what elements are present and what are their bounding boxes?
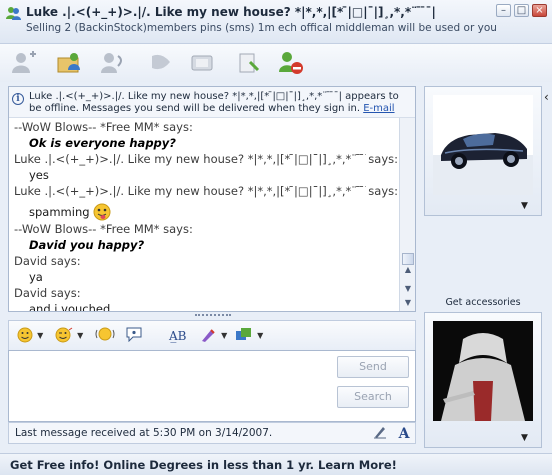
handwriting-icon[interactable]: ▼: [235, 326, 263, 346]
message-sender: --WoW Blows-- *Free MM* says:: [14, 222, 193, 236]
video-call-icon[interactable]: [146, 48, 176, 78]
message-sender: Luke .|.<(+_+)>.|/. Like my new house? *…: [14, 152, 374, 166]
invite-contact-icon[interactable]: [8, 48, 38, 78]
car-display-picture[interactable]: [433, 95, 533, 195]
message-sender: --WoW Blows-- *Free MM* says:: [14, 120, 193, 134]
voice-call-icon[interactable]: [98, 48, 128, 78]
activities-icon[interactable]: [188, 48, 218, 78]
message-text: yes: [29, 168, 49, 182]
email-link[interactable]: E-mail: [363, 103, 394, 114]
scroll-down-icon[interactable]: ▼: [402, 284, 414, 294]
message-text: David you happy?: [29, 238, 145, 252]
emoticon-icon[interactable]: ▼: [17, 326, 43, 346]
games-icon[interactable]: [234, 48, 264, 78]
message-sender: Luke .|.<(+_+)>.|/. Like my new house? *…: [14, 184, 374, 198]
message-text: spamming: [29, 205, 90, 219]
ink-pen-icon[interactable]: [371, 425, 389, 443]
last-message-status: Last message received at 5:30 PM on 3/14…: [15, 427, 273, 439]
font-icon[interactable]: A̲B: [169, 326, 186, 346]
wink-icon[interactable]: ▼: [55, 326, 83, 346]
contact-picture-frame: ▼: [424, 86, 542, 216]
window-title: Luke .|.<(+_+)>.|/. Like my new house? *…: [26, 5, 436, 19]
says-label: says:: [366, 151, 398, 167]
message-input[interactable]: Send Search: [8, 350, 416, 422]
search-button[interactable]: Search: [337, 386, 409, 408]
message-text: ya: [29, 270, 43, 284]
get-accessories-link[interactable]: Get accessories: [424, 297, 542, 308]
maximize-icon[interactable]: □: [514, 4, 529, 17]
nudge-icon[interactable]: [95, 326, 115, 346]
ad-bar[interactable]: Get Free info! Online Degrees in less th…: [0, 453, 552, 475]
formatting-toolbar: ▼ ▼ A̲B ▼ ▼: [8, 320, 416, 350]
share-files-icon[interactable]: [54, 48, 84, 78]
message-sender-line: Luke .|.<(+_+)>.|/. Like my new house? *…: [14, 183, 398, 199]
offline-notice: i Luke .|.<(+_+)>.|/. Like my new house?…: [9, 87, 415, 118]
collapse-side-icon[interactable]: ‹: [544, 90, 552, 110]
block-contact-icon[interactable]: [276, 48, 306, 78]
messenger-icon: [6, 7, 21, 20]
scroll-end-icon[interactable]: ▼: [402, 298, 414, 308]
chevron-down-icon[interactable]: ▼: [521, 201, 528, 211]
assassin-display-picture[interactable]: [433, 321, 533, 421]
message-text: Ok is everyone happy?: [29, 136, 176, 150]
minimize-icon[interactable]: –: [496, 4, 511, 17]
splitter-grip[interactable]: [195, 314, 231, 318]
voice-clip-icon[interactable]: [125, 326, 143, 346]
message-text: and i vouched: [29, 302, 111, 312]
text-format-icon[interactable]: A: [395, 425, 413, 443]
ad-text[interactable]: Get Free info! Online Degrees in less th…: [10, 458, 397, 472]
info-icon: i: [12, 93, 24, 105]
my-picture-frame: ▼: [424, 312, 542, 448]
offline-notice-text: Luke .|.<(+_+)>.|/. Like my new house? *…: [29, 91, 399, 114]
scroll-up-icon[interactable]: ▲: [402, 265, 414, 275]
conversation-scrollbar[interactable]: ▲ ▼ ▼: [399, 118, 415, 311]
title-bar: Luke .|.<(+_+)>.|/. Like my new house? *…: [0, 0, 552, 44]
contact-personal-message: Selling 2 (BackinStock)members pins (sms…: [26, 22, 496, 34]
toolbar: [0, 44, 552, 82]
status-bar: Last message received at 5:30 PM on 3/14…: [8, 422, 416, 444]
conversation-history[interactable]: i Luke .|.<(+_+)>.|/. Like my new house?…: [8, 86, 416, 312]
message-sender: David says:: [14, 286, 81, 300]
says-label: says:: [366, 183, 398, 199]
message-line: spamming: [29, 202, 389, 222]
close-icon[interactable]: ×: [532, 4, 547, 17]
background-icon[interactable]: ▼: [199, 326, 227, 346]
scroll-thumb[interactable]: [402, 253, 414, 265]
chevron-down-icon[interactable]: ▼: [521, 433, 528, 443]
message-sender-line: Luke .|.<(+_+)>.|/. Like my new house? *…: [14, 151, 398, 167]
send-button[interactable]: Send: [337, 356, 409, 378]
message-sender: David says:: [14, 254, 81, 268]
tongue-emoticon-icon: [93, 203, 111, 221]
